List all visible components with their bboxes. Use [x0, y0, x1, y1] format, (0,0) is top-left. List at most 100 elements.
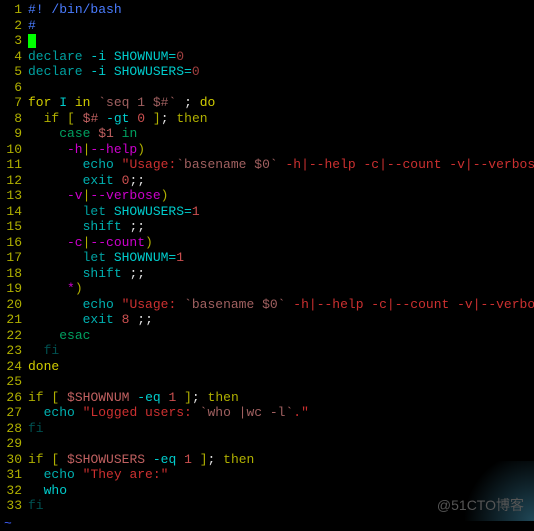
code-line[interactable]: 20 echo "Usage: `basename $0` -h|--help …	[0, 297, 534, 313]
code-line[interactable]: 4declare -i SHOWNUM=0	[0, 49, 534, 65]
code-editor[interactable]: 1#! /bin/bash2#34declare -i SHOWNUM=05de…	[0, 0, 534, 516]
code-line[interactable]: 26if [ $SHOWNUM -eq 1 ]; then	[0, 390, 534, 406]
code-token: echo	[44, 405, 75, 420]
code-token	[200, 390, 208, 405]
code-line[interactable]: 31 echo "They are:"	[0, 467, 534, 483]
code-line[interactable]: 1#! /bin/bash	[0, 2, 534, 18]
code-token	[28, 312, 83, 327]
line-content[interactable]: *)	[28, 281, 534, 297]
code-token: 1	[184, 452, 192, 467]
code-token: -i SHOWUSERS=	[83, 64, 192, 79]
line-content[interactable]: esac	[28, 328, 534, 344]
code-line[interactable]: 29	[0, 436, 534, 452]
code-token: then	[223, 452, 254, 467]
code-line[interactable]: 24done	[0, 359, 534, 375]
code-token: exit	[83, 173, 114, 188]
line-content[interactable]: let SHOWUSERS=1	[28, 204, 534, 220]
code-line[interactable]: 16 -c|--count)	[0, 235, 534, 251]
code-token: if	[28, 390, 44, 405]
line-content[interactable]: shift ;;	[28, 219, 534, 235]
line-content[interactable]	[28, 33, 534, 49]
code-line[interactable]: 28fi	[0, 421, 534, 437]
line-content[interactable]: shift ;;	[28, 266, 534, 282]
line-content[interactable]: -c|--count)	[28, 235, 534, 251]
line-number: 33	[0, 498, 28, 514]
code-token	[114, 297, 122, 312]
line-content[interactable]: for I in `seq 1 $#` ; do	[28, 95, 534, 111]
code-line[interactable]: 9 case $1 in	[0, 126, 534, 142]
code-line[interactable]: 5declare -i SHOWUSERS=0	[0, 64, 534, 80]
line-content[interactable]: done	[28, 359, 534, 375]
code-token: if	[44, 111, 60, 126]
code-line[interactable]: 25	[0, 374, 534, 390]
code-token: ;;	[137, 312, 153, 327]
code-token: ;	[192, 390, 200, 405]
code-line[interactable]: 22 esac	[0, 328, 534, 344]
code-token	[59, 390, 67, 405]
line-content[interactable]: echo "Usage:`basename $0` -h|--help -c|-…	[28, 157, 534, 173]
code-token: esac	[59, 328, 90, 343]
code-token	[59, 111, 67, 126]
code-line[interactable]: 14 let SHOWUSERS=1	[0, 204, 534, 220]
code-token: ."	[293, 405, 309, 420]
code-line[interactable]: 7for I in `seq 1 $#` ; do	[0, 95, 534, 111]
line-content[interactable]: fi	[28, 343, 534, 359]
code-line[interactable]: 15 shift ;;	[0, 219, 534, 235]
code-line[interactable]: 11 echo "Usage:`basename $0` -h|--help -…	[0, 157, 534, 173]
code-line[interactable]: 19 *)	[0, 281, 534, 297]
line-content[interactable]: declare -i SHOWNUM=0	[28, 49, 534, 65]
line-content[interactable]: #	[28, 18, 534, 34]
line-content[interactable]: #! /bin/bash	[28, 2, 534, 18]
code-line[interactable]: 30if [ $SHOWUSERS -eq 1 ]; then	[0, 452, 534, 468]
code-line[interactable]: 32 who	[0, 483, 534, 499]
code-token	[28, 405, 44, 420]
line-content[interactable]: case $1 in	[28, 126, 534, 142]
line-number: 21	[0, 312, 28, 328]
line-content[interactable]: declare -i SHOWUSERS=0	[28, 64, 534, 80]
code-token	[114, 126, 122, 141]
code-line[interactable]: 17 let SHOWNUM=1	[0, 250, 534, 266]
line-content[interactable]: if [ $SHOWNUM -eq 1 ]; then	[28, 390, 534, 406]
line-content[interactable]: -v|--verbose)	[28, 188, 534, 204]
code-line[interactable]: 13 -v|--verbose)	[0, 188, 534, 204]
code-line[interactable]: 6	[0, 80, 534, 96]
code-token	[192, 95, 200, 110]
code-token: ;	[161, 111, 169, 126]
code-token: "Usage:	[122, 157, 177, 172]
line-content[interactable]: exit 8 ;;	[28, 312, 534, 328]
line-content[interactable]: exit 0;;	[28, 173, 534, 189]
line-content[interactable]: echo "Logged users: `who |wc -l`."	[28, 405, 534, 421]
code-line[interactable]: 2#	[0, 18, 534, 34]
code-token: shift	[83, 266, 122, 281]
line-content[interactable]: if [ $SHOWUSERS -eq 1 ]; then	[28, 452, 534, 468]
line-content[interactable]: fi	[28, 421, 534, 437]
code-token	[28, 219, 83, 234]
code-token: )	[75, 281, 83, 296]
code-token: echo	[83, 297, 114, 312]
code-token	[215, 452, 223, 467]
code-line[interactable]: 12 exit 0;;	[0, 173, 534, 189]
line-content[interactable]: if [ $# -gt 0 ]; then	[28, 111, 534, 127]
code-line[interactable]: 3	[0, 33, 534, 49]
line-content[interactable]: let SHOWNUM=1	[28, 250, 534, 266]
line-number: 24	[0, 359, 28, 375]
line-content[interactable]: -h|--help)	[28, 142, 534, 158]
code-line[interactable]: 8 if [ $# -gt 0 ]; then	[0, 111, 534, 127]
code-line[interactable]: 27 echo "Logged users: `who |wc -l`."	[0, 405, 534, 421]
line-content[interactable]: echo "Usage: `basename $0` -h|--help -c|…	[28, 297, 534, 313]
line-number: 9	[0, 126, 28, 142]
code-token	[28, 467, 44, 482]
code-line[interactable]: 23 fi	[0, 343, 534, 359]
line-content[interactable]: who	[28, 483, 534, 499]
code-token: $1	[98, 126, 114, 141]
code-line[interactable]: 21 exit 8 ;;	[0, 312, 534, 328]
code-token: ]	[153, 111, 161, 126]
line-number: 28	[0, 421, 28, 437]
code-line[interactable]: 18 shift ;;	[0, 266, 534, 282]
line-content[interactable]: echo "They are:"	[28, 467, 534, 483]
line-number: 16	[0, 235, 28, 251]
code-token	[114, 173, 122, 188]
code-token	[28, 297, 83, 312]
code-token: ]	[184, 390, 192, 405]
code-line[interactable]: 10 -h|--help)	[0, 142, 534, 158]
